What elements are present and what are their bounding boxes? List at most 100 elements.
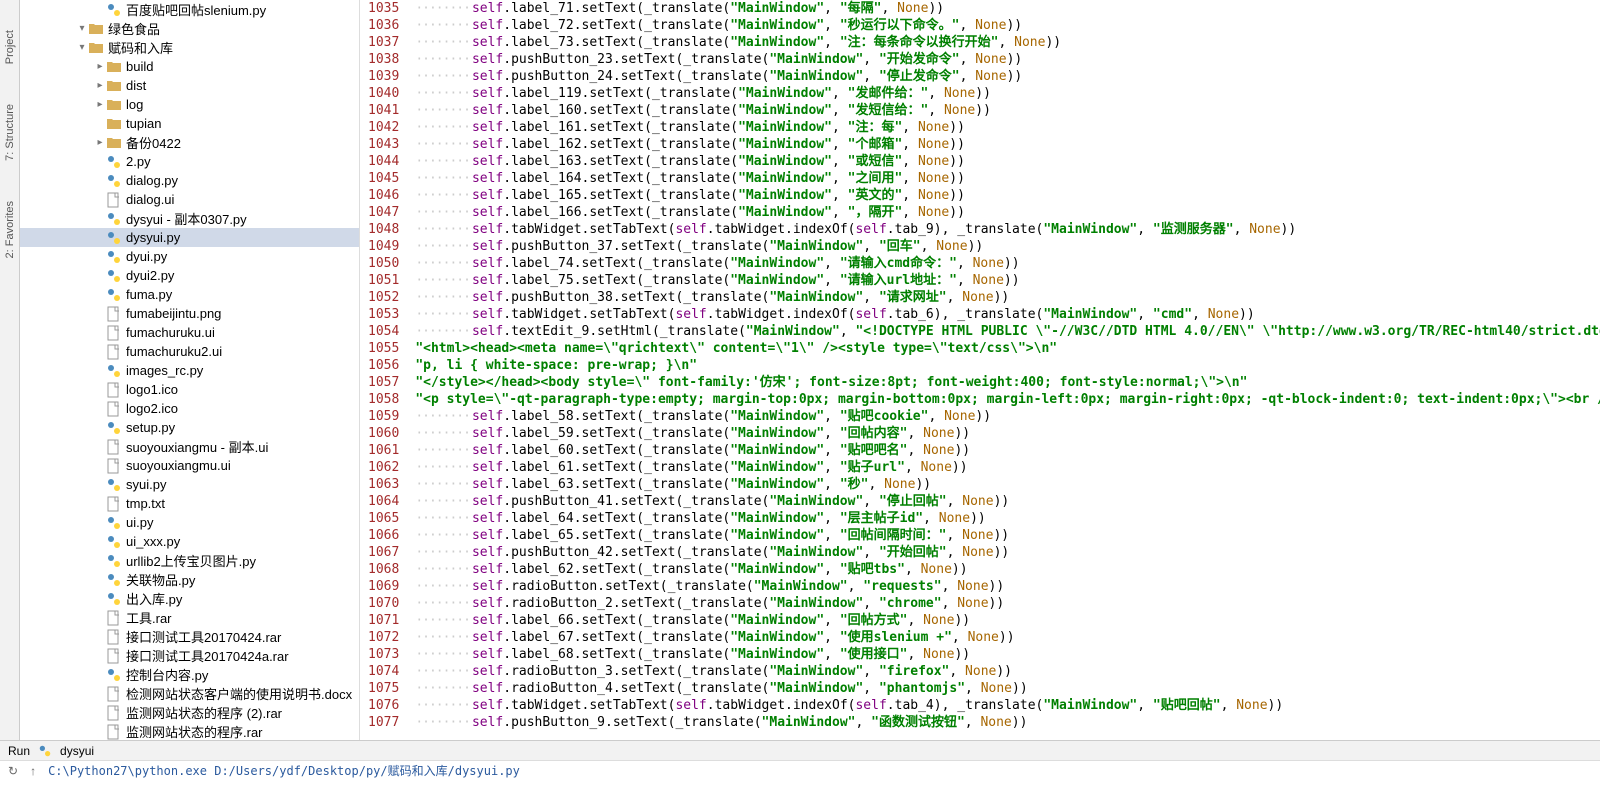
code-line[interactable]: ········self.label_73.setText(_translate… xyxy=(415,34,1600,51)
tree-item[interactable]: fumachuruku.ui xyxy=(20,323,359,342)
code-line[interactable]: ········self.radioButton_3.setText(_tran… xyxy=(415,663,1600,680)
tree-item[interactable]: fuma.py xyxy=(20,285,359,304)
tree-item[interactable]: suoyouxiangmu.ui xyxy=(20,456,359,475)
tree-item[interactable]: logo2.ico xyxy=(20,399,359,418)
code-line[interactable]: ········self.pushButton_42.setText(_tran… xyxy=(415,544,1600,561)
tree-item[interactable]: dyui2.py xyxy=(20,266,359,285)
tree-item[interactable]: fumachuruku2.ui xyxy=(20,342,359,361)
code-line[interactable]: ········self.radioButton_2.setText(_tran… xyxy=(415,595,1600,612)
code-line[interactable]: ········self.textEdit_9.setHtml(_transla… xyxy=(415,323,1600,340)
folder-icon xyxy=(88,21,104,37)
tree-item[interactable]: setup.py xyxy=(20,418,359,437)
code-line[interactable]: ········self.tabWidget.setTabText(self.t… xyxy=(415,306,1600,323)
tree-item[interactable]: ▸备份0422 xyxy=(20,133,359,152)
tree-item[interactable]: dysyui.py xyxy=(20,228,359,247)
code-area[interactable]: ········self.label_71.setText(_translate… xyxy=(411,0,1600,740)
run-config-name[interactable]: dysyui xyxy=(60,744,94,758)
code-line[interactable]: ········self.label_161.setText(_translat… xyxy=(415,119,1600,136)
code-line[interactable]: ········self.pushButton_41.setText(_tran… xyxy=(415,493,1600,510)
code-line[interactable]: ········self.pushButton_24.setText(_tran… xyxy=(415,68,1600,85)
code-line[interactable]: ········self.label_72.setText(_translate… xyxy=(415,17,1600,34)
tree-item[interactable]: urllib2上传宝贝图片.py xyxy=(20,551,359,570)
tree-arrow-icon[interactable]: ▸ xyxy=(94,137,106,148)
code-line[interactable]: ········self.label_162.setText(_translat… xyxy=(415,136,1600,153)
code-line[interactable]: "p, li { white-space: pre-wrap; }\n" xyxy=(415,357,1600,374)
tree-item[interactable]: 监测网站状态的程序 (2).rar xyxy=(20,703,359,722)
tree-item[interactable]: ▸build xyxy=(20,57,359,76)
tree-item[interactable]: dyui.py xyxy=(20,247,359,266)
code-line[interactable]: ········self.label_58.setText(_translate… xyxy=(415,408,1600,425)
line-number: 1046 xyxy=(368,187,399,204)
tree-item[interactable]: dialog.py xyxy=(20,171,359,190)
code-line[interactable]: ········self.label_75.setText(_translate… xyxy=(415,272,1600,289)
code-line[interactable]: ········self.label_66.setText(_translate… xyxy=(415,612,1600,629)
code-line[interactable]: ········self.label_59.setText(_translate… xyxy=(415,425,1600,442)
tree-item[interactable]: dysyui - 副本0307.py xyxy=(20,209,359,228)
code-line[interactable]: ········self.label_164.setText(_translat… xyxy=(415,170,1600,187)
tree-item[interactable]: fumabeijintu.png xyxy=(20,304,359,323)
tree-arrow-icon[interactable]: ▸ xyxy=(94,80,106,91)
project-tab[interactable]: Project xyxy=(4,30,16,64)
tree-item[interactable]: tmp.txt xyxy=(20,494,359,513)
run-label[interactable]: Run xyxy=(8,744,30,758)
tree-item[interactable]: suoyouxiangmu - 副本.ui xyxy=(20,437,359,456)
code-line[interactable]: ········self.tabWidget.setTabText(self.t… xyxy=(415,221,1600,238)
code-line[interactable]: ········self.pushButton_38.setText(_tran… xyxy=(415,289,1600,306)
code-line[interactable]: ········self.pushButton_9.setText(_trans… xyxy=(415,714,1600,731)
tree-arrow-icon[interactable]: ▸ xyxy=(94,61,106,72)
tree-item[interactable]: syui.py xyxy=(20,475,359,494)
tree-arrow-icon[interactable]: ▾ xyxy=(76,42,88,53)
tree-item[interactable]: 百度贴吧回帖slenium.py xyxy=(20,0,359,19)
code-line[interactable]: ········self.label_74.setText(_translate… xyxy=(415,255,1600,272)
rerun-icon[interactable]: ↻ xyxy=(8,764,18,778)
code-line[interactable]: "<html><head><meta name=\"qrichtext\" co… xyxy=(415,340,1600,357)
tree-item[interactable]: dialog.ui xyxy=(20,190,359,209)
code-line[interactable]: ········self.label_163.setText(_translat… xyxy=(415,153,1600,170)
code-line[interactable]: ········self.label_63.setText(_translate… xyxy=(415,476,1600,493)
tree-item[interactable]: ▾赋码和入库 xyxy=(20,38,359,57)
tree-item[interactable]: 2.py xyxy=(20,152,359,171)
code-line[interactable]: ········self.label_65.setText(_translate… xyxy=(415,527,1600,544)
tree-item[interactable]: 关联物品.py xyxy=(20,570,359,589)
code-line[interactable]: ········self.label_166.setText(_translat… xyxy=(415,204,1600,221)
code-line[interactable]: ········self.tabWidget.setTabText(self.t… xyxy=(415,697,1600,714)
tree-item[interactable]: images_rc.py xyxy=(20,361,359,380)
tree-item[interactable]: ▸log xyxy=(20,95,359,114)
code-line[interactable]: ········self.label_60.setText(_translate… xyxy=(415,442,1600,459)
code-line[interactable]: ········self.label_61.setText(_translate… xyxy=(415,459,1600,476)
tree-item[interactable]: tupian xyxy=(20,114,359,133)
tree-item[interactable]: ▸dist xyxy=(20,76,359,95)
tree-item[interactable]: 控制台内容.py xyxy=(20,665,359,684)
code-line[interactable]: ········self.label_119.setText(_translat… xyxy=(415,85,1600,102)
code-line[interactable]: ········self.label_68.setText(_translate… xyxy=(415,646,1600,663)
tree-item[interactable]: ui.py xyxy=(20,513,359,532)
favorites-tab[interactable]: 2: Favorites xyxy=(4,201,16,258)
code-line[interactable]: ········self.label_62.setText(_translate… xyxy=(415,561,1600,578)
tree-item[interactable]: 检测网站状态客户端的使用说明书.docx xyxy=(20,684,359,703)
tree-arrow-icon[interactable]: ▾ xyxy=(76,23,88,34)
tree-item[interactable]: ▾绿色食品 xyxy=(20,19,359,38)
structure-tab[interactable]: 7: Structure xyxy=(4,104,16,161)
code-line[interactable]: ········self.label_165.setText(_translat… xyxy=(415,187,1600,204)
tree-item[interactable]: 工具.rar xyxy=(20,608,359,627)
tree-item[interactable]: 接口测试工具20170424.rar xyxy=(20,627,359,646)
code-line[interactable]: ········self.label_71.setText(_translate… xyxy=(415,0,1600,17)
up-icon[interactable]: ↑ xyxy=(30,764,36,778)
code-line[interactable]: ········self.label_64.setText(_translate… xyxy=(415,510,1600,527)
code-line[interactable]: ········self.pushButton_37.setText(_tran… xyxy=(415,238,1600,255)
code-editor[interactable]: 1035103610371038103910401041104210431044… xyxy=(360,0,1600,740)
code-line[interactable]: "</style></head><body style=\" font-fami… xyxy=(415,374,1600,391)
tree-item[interactable]: 接口测试工具20170424a.rar xyxy=(20,646,359,665)
code-line[interactable]: ········self.label_67.setText(_translate… xyxy=(415,629,1600,646)
code-line[interactable]: ········self.radioButton_4.setText(_tran… xyxy=(415,680,1600,697)
tree-item[interactable]: logo1.ico xyxy=(20,380,359,399)
tree-item[interactable]: ui_xxx.py xyxy=(20,532,359,551)
code-line[interactable]: ········self.pushButton_23.setText(_tran… xyxy=(415,51,1600,68)
code-line[interactable]: ········self.radioButton.setText(_transl… xyxy=(415,578,1600,595)
code-line[interactable]: "<p style=\"-qt-paragraph-type:empty; ma… xyxy=(415,391,1600,408)
tree-item[interactable]: 出入库.py xyxy=(20,589,359,608)
tree-arrow-icon[interactable]: ▸ xyxy=(94,99,106,110)
code-line[interactable]: ········self.label_160.setText(_translat… xyxy=(415,102,1600,119)
tree-item[interactable]: 监测网站状态的程序.rar xyxy=(20,722,359,740)
project-tree[interactable]: 百度贴吧回帖slenium.py▾绿色食品▾赋码和入库▸build▸dist▸l… xyxy=(20,0,360,740)
